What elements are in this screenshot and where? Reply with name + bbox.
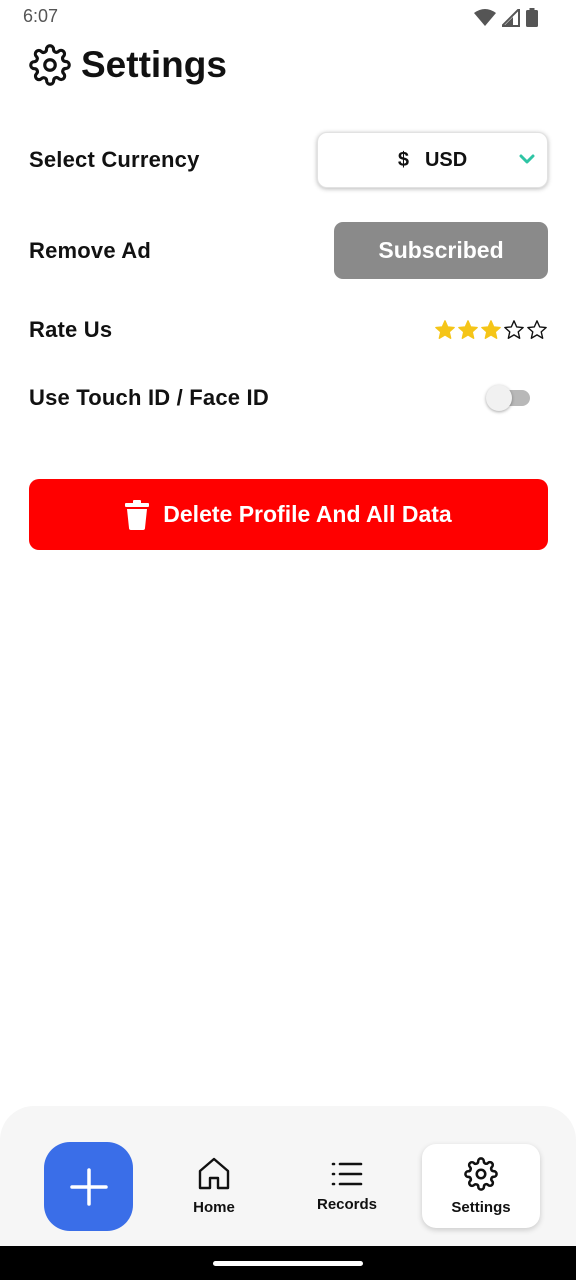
nav-label-records: Records bbox=[316, 1195, 378, 1213]
system-nav-bar bbox=[0, 1246, 576, 1280]
nav-home[interactable]: Home bbox=[155, 1144, 273, 1228]
currency-select[interactable]: $ USD bbox=[317, 132, 548, 188]
rate-us-label: Rate Us bbox=[29, 317, 113, 342]
trash-icon bbox=[125, 499, 150, 530]
home-icon bbox=[198, 1157, 230, 1189]
star-icon-filled[interactable] bbox=[434, 319, 456, 341]
touch-id-label: Use Touch ID / Face ID bbox=[29, 385, 269, 410]
star-icon-empty[interactable] bbox=[526, 319, 548, 341]
status-time: 6:07 bbox=[23, 6, 59, 26]
add-button[interactable] bbox=[44, 1142, 133, 1231]
chevron-down-icon bbox=[519, 154, 535, 164]
star-icon-empty[interactable] bbox=[503, 319, 525, 341]
toggle-knob bbox=[486, 385, 512, 411]
touch-id-row: Use Touch ID / Face ID bbox=[29, 382, 534, 414]
star-icon-filled[interactable] bbox=[480, 319, 502, 341]
currency-code: USD bbox=[424, 148, 468, 171]
battery-icon bbox=[526, 8, 538, 27]
home-indicator[interactable] bbox=[213, 1261, 363, 1266]
wifi-icon bbox=[474, 8, 496, 26]
gear-icon bbox=[29, 44, 71, 86]
status-bar: 6:07 bbox=[0, 0, 576, 34]
currency-symbol: $ bbox=[397, 148, 409, 171]
bottom-nav: Home Records Settings bbox=[0, 1106, 576, 1246]
nav-label-home: Home bbox=[193, 1198, 235, 1216]
delete-profile-button[interactable]: Delete Profile And All Data bbox=[29, 479, 548, 550]
star-rating[interactable] bbox=[434, 319, 548, 341]
nav-records[interactable]: Records bbox=[288, 1144, 406, 1228]
list-icon bbox=[331, 1162, 363, 1185]
page-header: Settings bbox=[29, 44, 227, 86]
delete-button-label: Delete Profile And All Data bbox=[163, 501, 452, 527]
currency-row: Select Currency $ USD bbox=[29, 132, 548, 188]
remove-ad-row: Remove Ad Subscribed bbox=[29, 222, 548, 279]
currency-label: Select Currency bbox=[29, 147, 200, 172]
nav-label-settings: Settings bbox=[451, 1198, 511, 1216]
gear-icon bbox=[464, 1156, 498, 1191]
rate-us-row: Rate Us bbox=[29, 314, 548, 346]
star-icon-filled[interactable] bbox=[457, 319, 479, 341]
plus-icon bbox=[69, 1167, 108, 1206]
page-title: Settings bbox=[81, 44, 227, 85]
nav-settings[interactable]: Settings bbox=[422, 1144, 540, 1228]
signal-icon bbox=[502, 8, 520, 27]
touch-id-toggle[interactable] bbox=[486, 383, 534, 413]
status-icons bbox=[474, 8, 538, 27]
subscribed-button[interactable]: Subscribed bbox=[334, 222, 548, 279]
remove-ad-label: Remove Ad bbox=[29, 237, 152, 263]
